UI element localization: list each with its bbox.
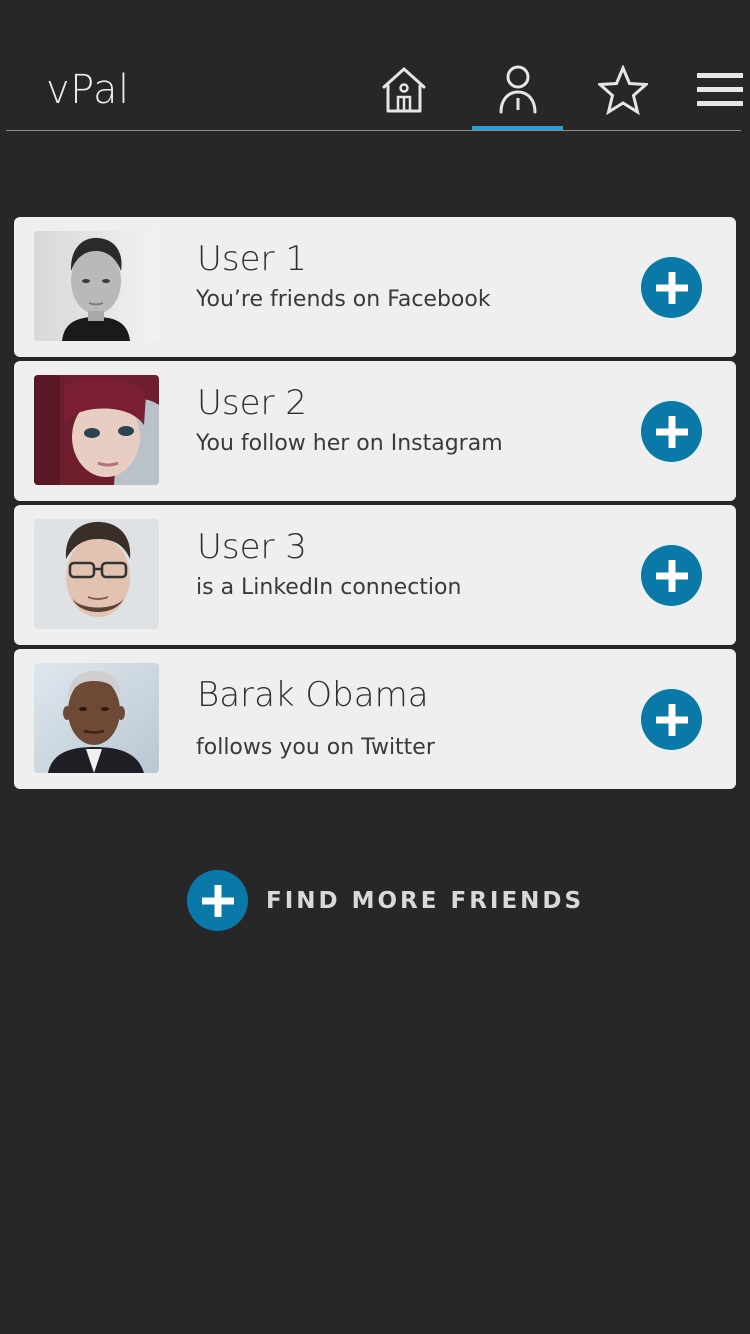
friend-connection-text: You’re friends on Facebook <box>196 287 491 312</box>
friend-card[interactable]: Barak Obama follows you on Twitter <box>14 649 736 789</box>
friend-card[interactable]: User 1 You’re friends on Facebook <box>14 217 736 357</box>
friend-name: User 2 <box>197 383 307 423</box>
add-friend-button[interactable] <box>641 545 702 606</box>
friend-connection-text: follows you on Twitter <box>196 735 435 760</box>
find-more-friends-button[interactable]: FIND MORE FRIENDS <box>187 870 584 931</box>
plus-icon <box>655 271 688 304</box>
avatar-photo-user-2 <box>34 375 159 485</box>
friend-connection-text: You follow her on Instagram <box>196 431 503 456</box>
avatar[interactable] <box>34 231 159 341</box>
hamburger-menu-icon <box>697 73 743 106</box>
star-icon <box>598 65 648 115</box>
friend-connection-text: is a LinkedIn connection <box>196 575 462 600</box>
app-screen: vPal User 1 You’re friends on Facebook U… <box>0 0 750 1334</box>
add-friend-button[interactable] <box>641 257 702 318</box>
nav-favorites-button[interactable] <box>595 62 651 118</box>
plus-icon <box>201 884 234 917</box>
friend-card[interactable]: User 3 is a LinkedIn connection <box>14 505 736 645</box>
avatar[interactable] <box>34 519 159 629</box>
friend-name: User 3 <box>197 527 307 567</box>
avatar-photo-user-1 <box>34 231 159 341</box>
home-icon <box>382 67 426 113</box>
person-icon <box>499 65 537 114</box>
friend-card[interactable]: User 2 You follow her on Instagram <box>14 361 736 501</box>
nav-friends-button[interactable] <box>490 62 546 118</box>
add-friend-button[interactable] <box>641 401 702 462</box>
plus-icon <box>655 703 688 736</box>
nav-home-button[interactable] <box>376 62 432 118</box>
avatar[interactable] <box>34 663 159 773</box>
nav-menu-button[interactable] <box>692 62 748 118</box>
top-nav-bar: vPal <box>0 0 750 132</box>
avatar[interactable] <box>34 375 159 485</box>
find-more-plus-button[interactable] <box>187 870 248 931</box>
friend-suggestions-list: User 1 You’re friends on Facebook User 2… <box>14 217 736 793</box>
find-more-friends-label[interactable]: FIND MORE FRIENDS <box>266 888 584 914</box>
add-friend-button[interactable] <box>641 689 702 750</box>
avatar-photo-barak-obama <box>34 663 159 773</box>
plus-icon <box>655 559 688 592</box>
app-title: vPal <box>46 67 130 113</box>
friend-name: User 1 <box>197 239 307 279</box>
plus-icon <box>655 415 688 448</box>
friend-name: Barak Obama <box>197 675 429 715</box>
header-divider <box>6 130 741 131</box>
avatar-photo-user-3 <box>34 519 159 629</box>
